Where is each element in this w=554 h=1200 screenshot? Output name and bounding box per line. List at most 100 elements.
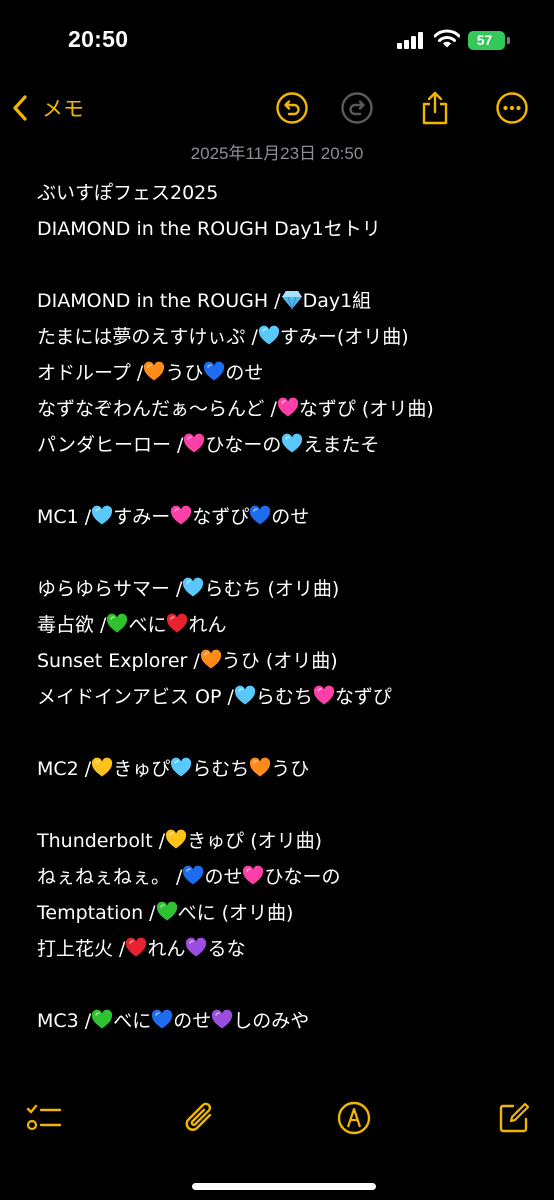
note-text: うひ bbox=[165, 362, 204, 384]
blue-heart-icon bbox=[204, 361, 225, 381]
status-bar: 20:50 57 bbox=[0, 0, 554, 80]
back-button[interactable]: メモ bbox=[10, 88, 84, 128]
light-blue-heart-icon bbox=[92, 505, 113, 525]
share-icon bbox=[422, 91, 448, 125]
blue-heart-icon bbox=[152, 1009, 173, 1029]
note-text: ひなーの bbox=[264, 866, 341, 888]
blue-heart-icon bbox=[183, 865, 204, 885]
note-line bbox=[37, 967, 517, 1003]
purple-heart-icon bbox=[186, 937, 207, 957]
note-text: MC1 / bbox=[37, 506, 92, 528]
note-text: DIAMOND in the ROUGH / bbox=[37, 290, 281, 312]
status-time: 20:50 bbox=[68, 26, 129, 52]
compose-icon bbox=[499, 1102, 530, 1133]
green-heart-icon bbox=[107, 613, 128, 633]
note-text: べに (オリ曲) bbox=[177, 902, 294, 924]
note-body[interactable]: ぶいすぽフェス2025 DIAMOND in the ROUGH Day1セトリ … bbox=[37, 175, 517, 1039]
note-line: パンダヒーロー / ひなーの えまたそ bbox=[37, 427, 517, 463]
note-line bbox=[37, 787, 517, 823]
note-line: ねぇねぇねぇ。 / のせ ひなーの bbox=[37, 859, 517, 895]
note-text: すみー bbox=[113, 506, 171, 528]
note-text: ひなーの bbox=[205, 434, 282, 456]
note-line: MC3 / べに のせ しのみや bbox=[37, 1003, 517, 1039]
note-text: のせ bbox=[271, 506, 310, 528]
note-line: 毒占欲 / べに れん bbox=[37, 607, 517, 643]
note-text: ぶいすぽフェス2025 bbox=[37, 182, 219, 204]
battery-icon: 57 bbox=[468, 31, 505, 50]
undo-button[interactable] bbox=[274, 90, 310, 126]
blue-heart-icon bbox=[250, 505, 271, 525]
light-blue-heart-icon bbox=[282, 433, 303, 453]
red-heart-icon bbox=[167, 613, 188, 633]
orange-heart-icon bbox=[200, 649, 221, 669]
note-text: なずぴ (オリ曲) bbox=[298, 398, 434, 420]
note-text: 毒占欲 / bbox=[37, 614, 107, 636]
light-blue-heart-icon bbox=[234, 685, 256, 705]
note-line: オドループ / うひ のせ bbox=[37, 355, 517, 391]
note-text: ゆらゆらサマー / bbox=[37, 578, 183, 600]
toolbar-fade bbox=[0, 1050, 554, 1200]
note-text: Day1組 bbox=[302, 290, 372, 312]
note-text: すみー(オリ曲) bbox=[279, 326, 409, 348]
wifi-icon bbox=[434, 29, 460, 48]
compose-button[interactable] bbox=[494, 1098, 534, 1138]
redo-button[interactable] bbox=[339, 90, 375, 126]
note-line: Sunset Explorer / うひ (オリ曲) bbox=[37, 643, 517, 679]
note-text: Temptation / bbox=[37, 902, 156, 924]
note-text: うひ bbox=[271, 758, 310, 780]
attach-button[interactable] bbox=[180, 1098, 220, 1138]
note-text: ねぇねぇねぇ。 / bbox=[37, 866, 183, 888]
note-line: MC1 / すみー なずぴ のせ bbox=[37, 499, 517, 535]
note-text: MC2 / bbox=[37, 758, 92, 780]
note-text: 打上花火 / bbox=[37, 938, 126, 960]
checklist-button[interactable] bbox=[24, 1098, 64, 1138]
checklist-icon bbox=[26, 1104, 62, 1131]
note-line: MC2 / きゅぴ らむち うひ bbox=[37, 751, 517, 787]
share-button[interactable] bbox=[417, 90, 453, 126]
note-text: メイドインアビス OP / bbox=[37, 686, 234, 708]
note-line: ぶいすぽフェス2025 bbox=[37, 175, 517, 211]
home-indicator bbox=[192, 1183, 376, 1190]
note-line: Thunderbolt / きゅぴ (オリ曲) bbox=[37, 823, 517, 859]
note-line: Temptation / べに (オリ曲) bbox=[37, 895, 517, 931]
chevron-left-icon bbox=[13, 95, 27, 121]
note-text: DIAMOND in the ROUGH Day1セトリ bbox=[37, 218, 381, 240]
note-text: MC3 / bbox=[37, 1010, 92, 1032]
red-heart-icon bbox=[126, 937, 147, 957]
pink-heart-icon bbox=[313, 685, 335, 705]
yellow-heart-icon bbox=[92, 757, 113, 777]
markup-button[interactable] bbox=[334, 1098, 374, 1138]
orange-heart-icon bbox=[250, 757, 271, 777]
note-text: たまには夢のえすけぃぷ / bbox=[37, 326, 258, 348]
note-line bbox=[37, 535, 517, 571]
more-icon bbox=[496, 92, 528, 124]
more-button[interactable] bbox=[494, 90, 530, 126]
note-text: なずぴ bbox=[192, 506, 250, 528]
light-blue-heart-icon bbox=[171, 757, 192, 777]
note-text: べに bbox=[128, 614, 167, 636]
back-label: メモ bbox=[42, 97, 84, 121]
note-line: たまには夢のえすけぃぷ / すみー(オリ曲) bbox=[37, 319, 517, 355]
green-heart-icon bbox=[92, 1009, 113, 1029]
note-line: メイドインアビス OP / らむち なずぴ bbox=[37, 679, 517, 715]
note-text: きゅぴ bbox=[113, 758, 171, 780]
note-text: Thunderbolt / bbox=[37, 830, 166, 852]
pink-heart-icon bbox=[184, 433, 205, 453]
note-text: うひ (オリ曲) bbox=[221, 650, 338, 672]
note-line: DIAMOND in the ROUGH / Day1組 bbox=[37, 283, 517, 319]
markup-pen-icon bbox=[337, 1101, 371, 1135]
note-line: 打上花火 / れん るな bbox=[37, 931, 517, 967]
note-text: のせ bbox=[225, 362, 264, 384]
note-text: しのみや bbox=[233, 1010, 310, 1032]
battery-level: 57 bbox=[476, 32, 493, 48]
note-line bbox=[37, 463, 517, 499]
note-text: らむち bbox=[192, 758, 250, 780]
note-text: べに bbox=[113, 1010, 152, 1032]
note-text: らむち (オリ曲) bbox=[204, 578, 340, 600]
note-text: なずぴ bbox=[334, 686, 392, 708]
note-line bbox=[37, 247, 517, 283]
light-blue-heart-icon bbox=[258, 325, 279, 345]
pink-heart-icon bbox=[277, 397, 298, 417]
note-text: オドループ / bbox=[37, 362, 144, 384]
note-line: なずなぞわんだぁ〜らんど / なずぴ (オリ曲) bbox=[37, 391, 517, 427]
